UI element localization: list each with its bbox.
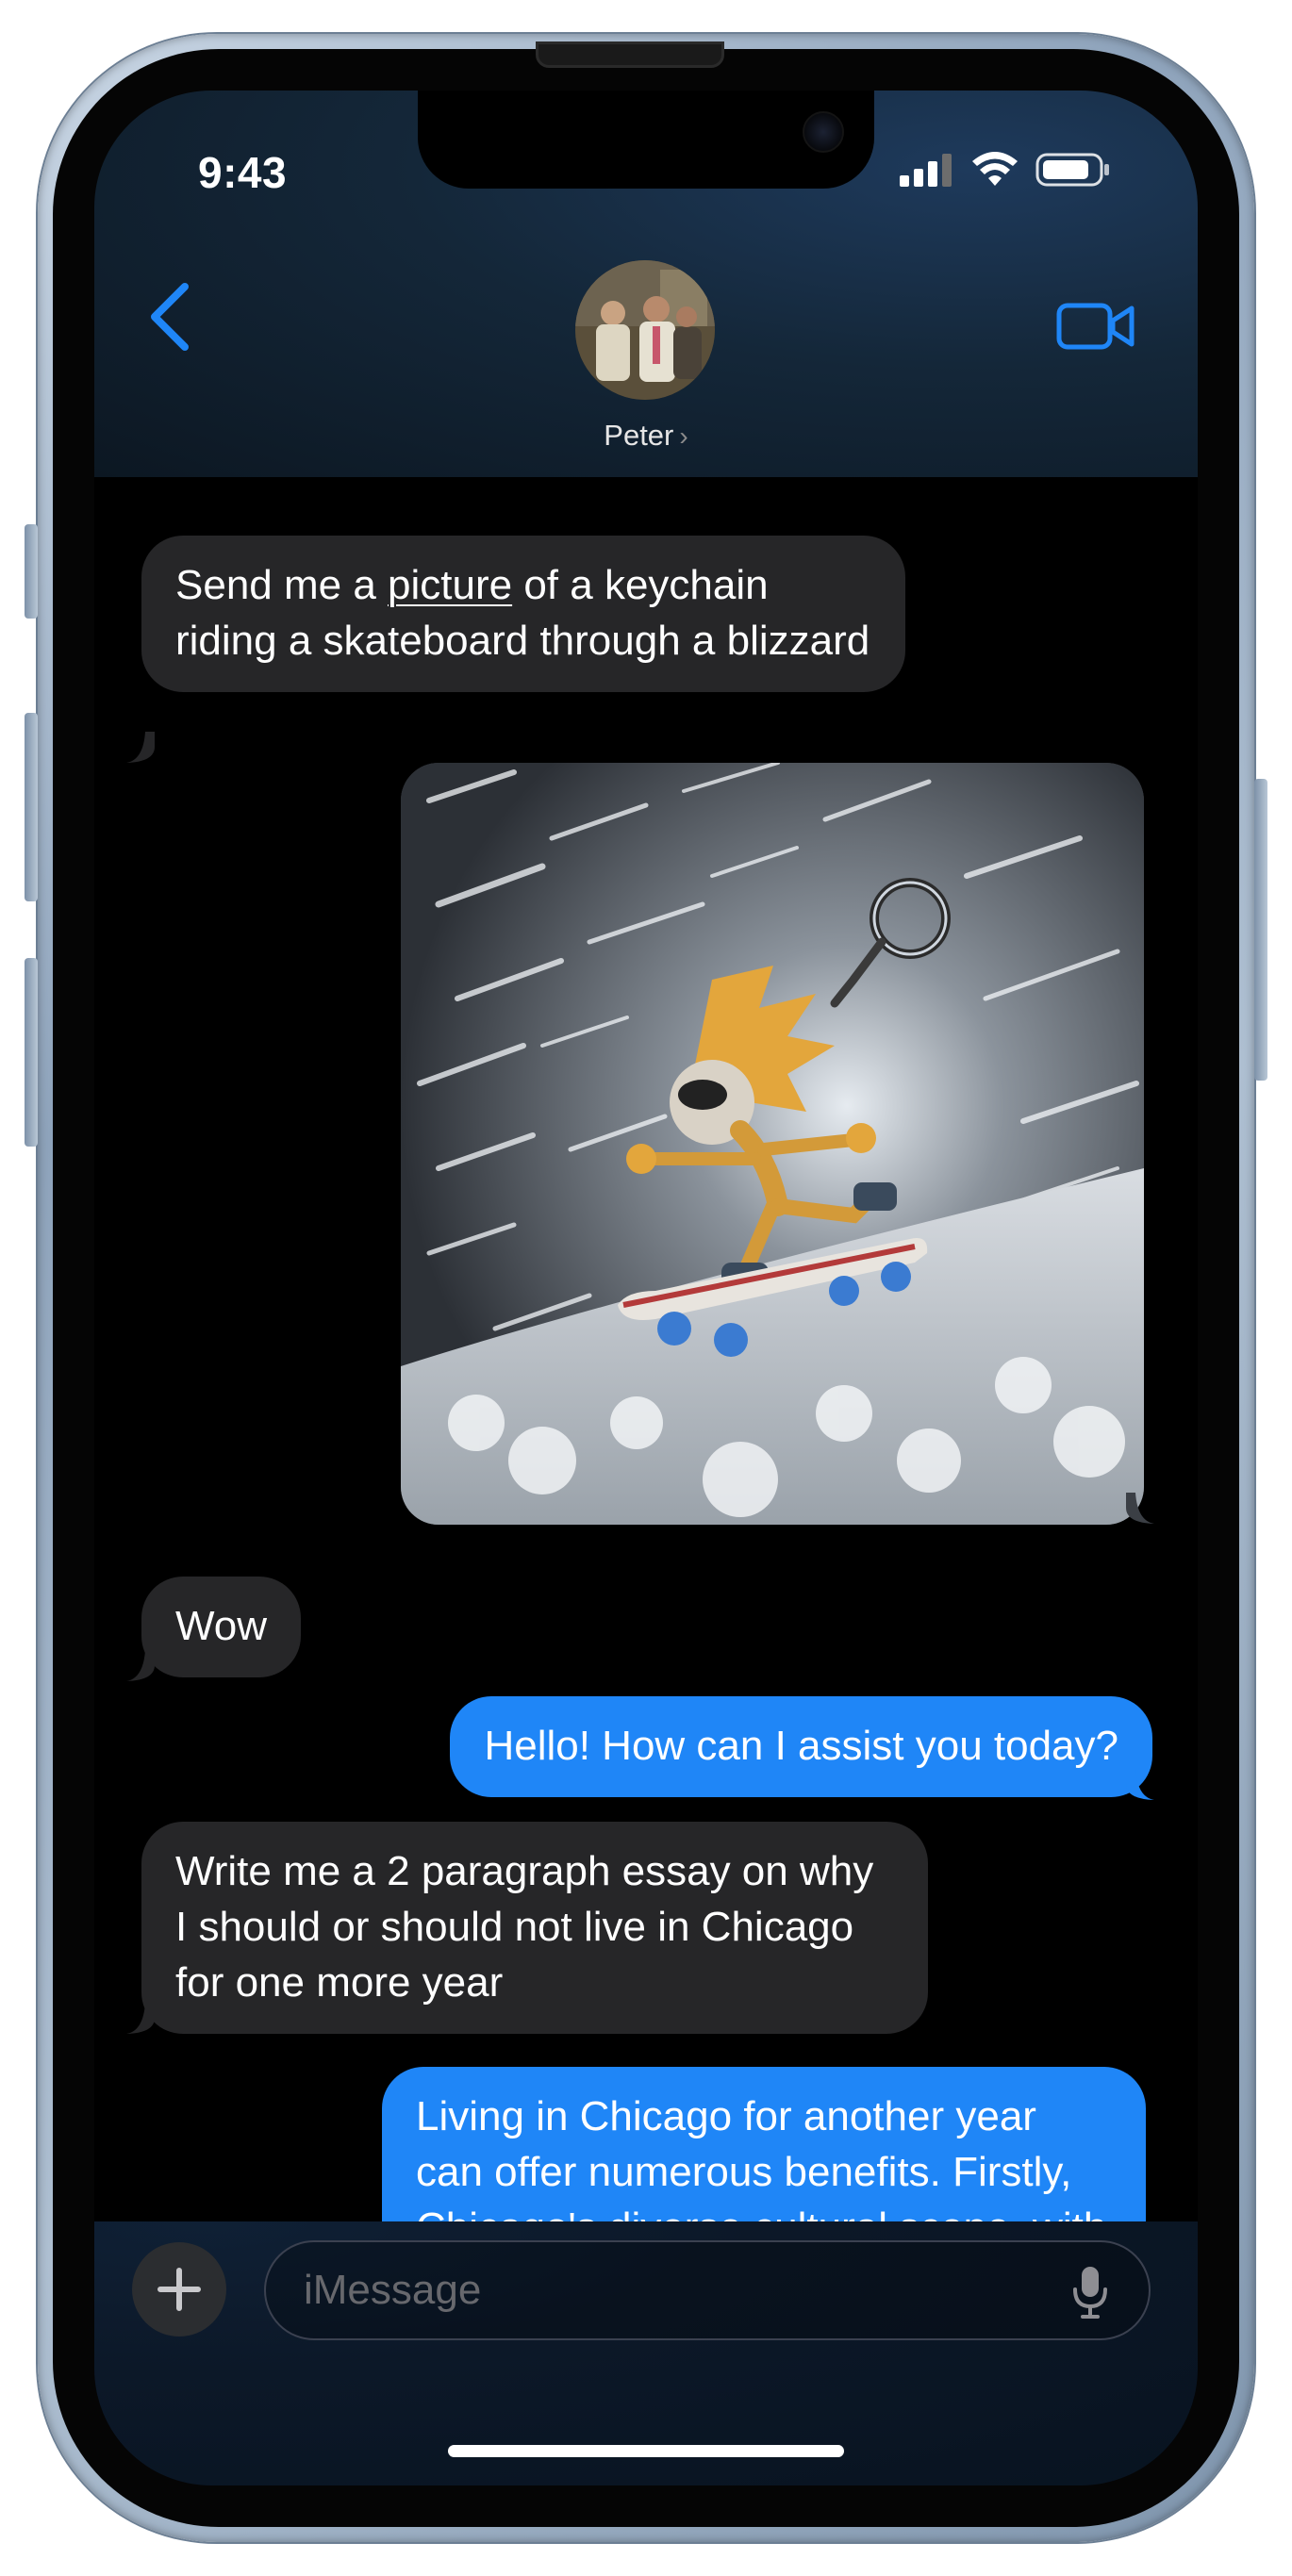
microphone-icon[interactable] <box>1071 2265 1109 2320</box>
bubble-tail <box>126 2003 155 2034</box>
generated-image <box>401 763 1144 1525</box>
message-bubble-received[interactable]: Send me a picture of a keychain riding a… <box>141 536 905 692</box>
message-bubble-received[interactable]: Wow <box>141 1577 301 1677</box>
contact-name: Peter <box>604 419 674 452</box>
volume-up-button <box>25 713 38 901</box>
status-icons <box>900 151 1111 189</box>
back-chevron-icon[interactable] <box>141 279 198 355</box>
battery-icon <box>1035 153 1109 187</box>
conversation-header: 9:43 Peter › <box>94 91 1198 477</box>
input-placeholder: iMessage <box>304 2267 482 2313</box>
message-text: Hello! How can I assist you today? <box>484 1723 1118 1769</box>
bubble-tail <box>1126 1493 1154 1524</box>
bubble-tail <box>126 732 155 763</box>
message-text: Send me a picture of a keychain riding a… <box>175 562 870 664</box>
volume-down-button <box>25 958 38 1147</box>
image-message[interactable] <box>401 763 1144 1525</box>
screen: 9:43 Peter › Send me a picture of a keyc… <box>94 91 1198 2485</box>
cellular-signal-icon <box>900 154 952 187</box>
chevron-right-icon: › <box>679 421 688 451</box>
wifi-icon <box>972 152 1018 186</box>
notch <box>418 91 874 189</box>
bubble-tail <box>126 1650 155 1681</box>
home-indicator[interactable] <box>448 2445 844 2457</box>
power-button <box>1254 779 1267 1081</box>
facetime-video-icon[interactable] <box>1056 298 1135 355</box>
apps-plus-button[interactable] <box>132 2242 226 2337</box>
mute-switch <box>25 524 38 619</box>
message-bubble-received[interactable]: Write me a 2 paragraph essay on why I sh… <box>141 1822 928 2034</box>
imessage-input[interactable]: iMessage <box>264 2240 1151 2340</box>
plus-icon <box>157 2268 201 2311</box>
front-camera <box>803 111 844 153</box>
contact-avatar[interactable] <box>575 260 715 400</box>
message-text: Write me a 2 paragraph essay on why I sh… <box>175 1848 874 2006</box>
contact-name-row[interactable]: Peter › <box>94 419 1198 453</box>
message-text: Wow <box>175 1603 267 1649</box>
phone-frame: 9:43 Peter › Send me a picture of a keyc… <box>25 34 1267 2542</box>
avatar-photo <box>575 260 715 400</box>
status-time: 9:43 <box>198 148 288 197</box>
bubble-tail <box>1126 1769 1154 1800</box>
message-composer: iMessage <box>94 2221 1198 2485</box>
speaker-grille <box>536 41 724 68</box>
message-bubble-sent[interactable]: Hello! How can I assist you today? <box>450 1696 1152 1797</box>
message-link[interactable]: picture <box>388 562 512 608</box>
